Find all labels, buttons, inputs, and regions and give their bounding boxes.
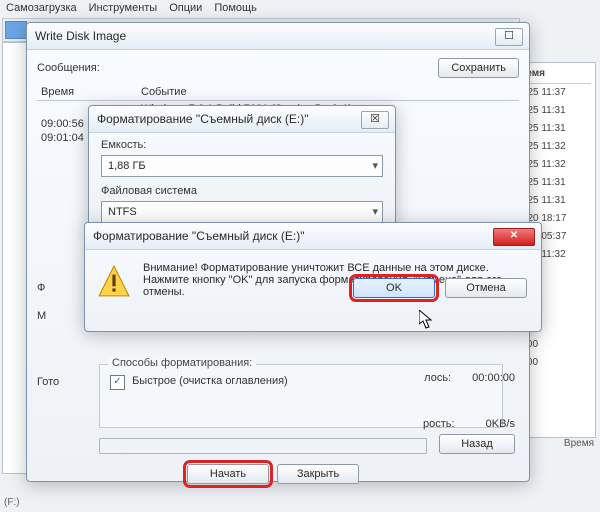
warn-close-button[interactable]: ✕ — [493, 228, 535, 246]
warn-titlebar[interactable]: Форматирование "Съемный диск (E:)" — [85, 223, 541, 250]
left-gutter — [2, 42, 28, 474]
filesystem-combo[interactable]: NTFS — [101, 201, 383, 223]
speed-value: 0KB/s — [486, 418, 515, 430]
col-time: Время — [41, 86, 101, 98]
back-button[interactable]: Назад — [439, 434, 515, 454]
menu-tools[interactable]: Инструменты — [89, 2, 158, 14]
quick-format-label: Быстрое (очистка оглавления) — [132, 375, 288, 387]
wdi-control-box[interactable]: ☐ — [495, 28, 523, 46]
format-warning-dialog: Форматирование "Съемный диск (E:)" ✕ Вни… — [84, 222, 542, 332]
filesystem-label: Файловая система — [101, 185, 383, 197]
warn-title: Форматирование "Съемный диск (E:)" — [93, 229, 304, 243]
menu-autoload[interactable]: Самозагрузка — [6, 2, 77, 14]
menu-options[interactable]: Опции — [169, 2, 202, 14]
wdi-titlebar[interactable]: Write Disk Image — [27, 23, 529, 50]
fmt-titlebar[interactable]: Форматирование "Съемный диск (E:)" — [89, 106, 395, 133]
remaining-value: 00:00:00 — [472, 372, 515, 384]
messages-label: Сообщения: — [37, 62, 100, 74]
capacity-label: Емкость: — [101, 139, 383, 151]
ready-label: Гото — [37, 376, 59, 388]
app-menubar: Самозагрузка Инструменты Опции Помощь — [6, 2, 257, 14]
save-button[interactable]: Сохранить — [438, 58, 519, 78]
format-settings-window: Форматирование "Съемный диск (E:)" ☒ Емк… — [88, 105, 396, 227]
time-col2-label: Время — [564, 438, 594, 449]
remaining-label: лось: — [424, 372, 451, 384]
start-button[interactable]: Начать — [187, 464, 269, 484]
cancel-button[interactable]: Отмена — [445, 278, 527, 298]
col-event: Событие — [141, 86, 187, 98]
warning-icon — [97, 264, 131, 298]
partial-label: М — [37, 310, 46, 322]
fmt-title: Форматирование "Съемный диск (E:)" — [97, 112, 308, 126]
wdi-title: Write Disk Image — [35, 29, 126, 43]
footer-left: (F:) — [4, 497, 20, 508]
tool-icon[interactable] — [5, 21, 27, 39]
capacity-combo[interactable]: 1,88 ГБ — [101, 155, 383, 177]
progress-bar — [99, 438, 427, 454]
quick-format-checkbox[interactable]: ✓ — [110, 375, 125, 390]
fmt-control-box[interactable]: ☒ — [361, 111, 389, 129]
partial-label: Ф — [37, 282, 46, 294]
close-button[interactable]: Закрыть — [277, 464, 359, 484]
speed-label: рость: — [423, 418, 455, 430]
methods-group-legend: Способы форматирования: — [108, 357, 256, 369]
menu-help[interactable]: Помощь — [214, 2, 257, 14]
cursor-icon — [419, 310, 433, 330]
ok-button[interactable]: OK — [353, 278, 435, 298]
warn-text-1: Внимание! Форматирование уничтожит ВСЕ д… — [143, 262, 527, 274]
